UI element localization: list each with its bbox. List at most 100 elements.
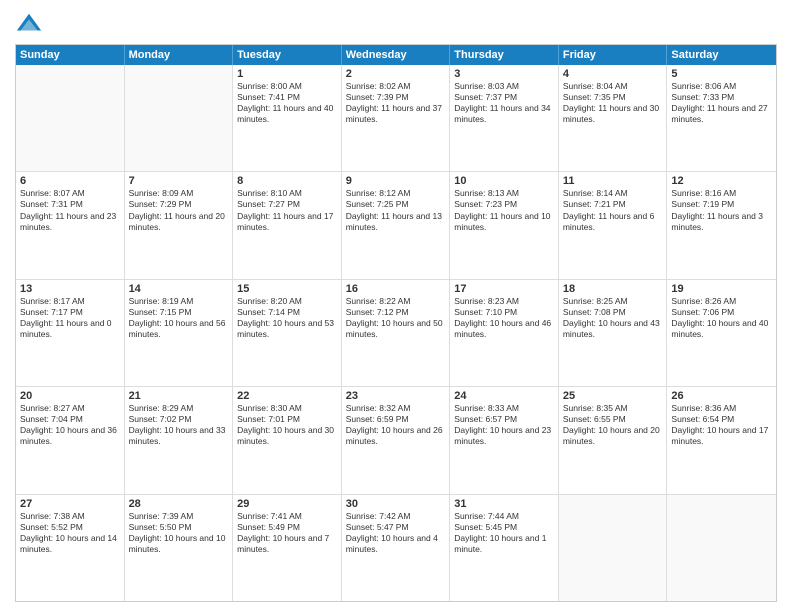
calendar-cell: 14Sunrise: 8:19 AM Sunset: 7:15 PM Dayli… xyxy=(125,280,234,386)
day-info: Sunrise: 8:25 AM Sunset: 7:08 PM Dayligh… xyxy=(563,296,663,340)
calendar-cell: 1Sunrise: 8:00 AM Sunset: 7:41 PM Daylig… xyxy=(233,65,342,171)
day-number: 6 xyxy=(20,175,120,187)
day-number: 13 xyxy=(20,283,120,295)
calendar-cell: 12Sunrise: 8:16 AM Sunset: 7:19 PM Dayli… xyxy=(667,172,776,278)
day-number: 22 xyxy=(237,390,337,402)
day-info: Sunrise: 8:19 AM Sunset: 7:15 PM Dayligh… xyxy=(129,296,229,340)
day-number: 24 xyxy=(454,390,554,402)
calendar-cell xyxy=(16,65,125,171)
day-info: Sunrise: 8:33 AM Sunset: 6:57 PM Dayligh… xyxy=(454,403,554,447)
day-info: Sunrise: 8:06 AM Sunset: 7:33 PM Dayligh… xyxy=(671,81,772,125)
header xyxy=(15,10,777,38)
day-info: Sunrise: 7:44 AM Sunset: 5:45 PM Dayligh… xyxy=(454,511,554,555)
day-number: 8 xyxy=(237,175,337,187)
calendar-row: 1Sunrise: 8:00 AM Sunset: 7:41 PM Daylig… xyxy=(16,65,776,172)
calendar-cell xyxy=(559,495,668,601)
day-number: 18 xyxy=(563,283,663,295)
calendar-cell: 31Sunrise: 7:44 AM Sunset: 5:45 PM Dayli… xyxy=(450,495,559,601)
calendar-cell: 28Sunrise: 7:39 AM Sunset: 5:50 PM Dayli… xyxy=(125,495,234,601)
calendar-cell: 15Sunrise: 8:20 AM Sunset: 7:14 PM Dayli… xyxy=(233,280,342,386)
calendar-row: 20Sunrise: 8:27 AM Sunset: 7:04 PM Dayli… xyxy=(16,387,776,494)
weekday-header: Wednesday xyxy=(342,45,451,65)
day-info: Sunrise: 8:09 AM Sunset: 7:29 PM Dayligh… xyxy=(129,188,229,232)
calendar-cell: 20Sunrise: 8:27 AM Sunset: 7:04 PM Dayli… xyxy=(16,387,125,493)
calendar-body: 1Sunrise: 8:00 AM Sunset: 7:41 PM Daylig… xyxy=(16,65,776,601)
day-info: Sunrise: 8:04 AM Sunset: 7:35 PM Dayligh… xyxy=(563,81,663,125)
day-number: 7 xyxy=(129,175,229,187)
calendar-row: 27Sunrise: 7:38 AM Sunset: 5:52 PM Dayli… xyxy=(16,495,776,601)
day-info: Sunrise: 8:36 AM Sunset: 6:54 PM Dayligh… xyxy=(671,403,772,447)
day-info: Sunrise: 7:38 AM Sunset: 5:52 PM Dayligh… xyxy=(20,511,120,555)
calendar-cell: 18Sunrise: 8:25 AM Sunset: 7:08 PM Dayli… xyxy=(559,280,668,386)
day-info: Sunrise: 7:39 AM Sunset: 5:50 PM Dayligh… xyxy=(129,511,229,555)
logo-icon xyxy=(15,10,43,38)
day-info: Sunrise: 8:17 AM Sunset: 7:17 PM Dayligh… xyxy=(20,296,120,340)
calendar-cell: 2Sunrise: 8:02 AM Sunset: 7:39 PM Daylig… xyxy=(342,65,451,171)
day-info: Sunrise: 8:23 AM Sunset: 7:10 PM Dayligh… xyxy=(454,296,554,340)
day-info: Sunrise: 8:27 AM Sunset: 7:04 PM Dayligh… xyxy=(20,403,120,447)
calendar-cell: 4Sunrise: 8:04 AM Sunset: 7:35 PM Daylig… xyxy=(559,65,668,171)
day-number: 15 xyxy=(237,283,337,295)
logo xyxy=(15,10,47,38)
day-number: 23 xyxy=(346,390,446,402)
day-number: 16 xyxy=(346,283,446,295)
calendar-header: SundayMondayTuesdayWednesdayThursdayFrid… xyxy=(16,45,776,65)
day-number: 27 xyxy=(20,498,120,510)
day-number: 10 xyxy=(454,175,554,187)
calendar-cell: 27Sunrise: 7:38 AM Sunset: 5:52 PM Dayli… xyxy=(16,495,125,601)
day-number: 5 xyxy=(671,68,772,80)
day-number: 29 xyxy=(237,498,337,510)
calendar-cell: 16Sunrise: 8:22 AM Sunset: 7:12 PM Dayli… xyxy=(342,280,451,386)
weekday-header: Friday xyxy=(559,45,668,65)
calendar-cell: 10Sunrise: 8:13 AM Sunset: 7:23 PM Dayli… xyxy=(450,172,559,278)
day-number: 25 xyxy=(563,390,663,402)
calendar-cell: 21Sunrise: 8:29 AM Sunset: 7:02 PM Dayli… xyxy=(125,387,234,493)
day-number: 3 xyxy=(454,68,554,80)
day-info: Sunrise: 8:35 AM Sunset: 6:55 PM Dayligh… xyxy=(563,403,663,447)
calendar-cell xyxy=(667,495,776,601)
day-info: Sunrise: 8:29 AM Sunset: 7:02 PM Dayligh… xyxy=(129,403,229,447)
day-number: 14 xyxy=(129,283,229,295)
day-number: 26 xyxy=(671,390,772,402)
calendar-cell: 6Sunrise: 8:07 AM Sunset: 7:31 PM Daylig… xyxy=(16,172,125,278)
day-number: 21 xyxy=(129,390,229,402)
day-info: Sunrise: 8:16 AM Sunset: 7:19 PM Dayligh… xyxy=(671,188,772,232)
day-number: 9 xyxy=(346,175,446,187)
calendar-cell: 22Sunrise: 8:30 AM Sunset: 7:01 PM Dayli… xyxy=(233,387,342,493)
day-info: Sunrise: 8:12 AM Sunset: 7:25 PM Dayligh… xyxy=(346,188,446,232)
calendar-cell: 26Sunrise: 8:36 AM Sunset: 6:54 PM Dayli… xyxy=(667,387,776,493)
weekday-header: Monday xyxy=(125,45,234,65)
day-info: Sunrise: 8:00 AM Sunset: 7:41 PM Dayligh… xyxy=(237,81,337,125)
page: SundayMondayTuesdayWednesdayThursdayFrid… xyxy=(0,0,792,612)
calendar-cell: 8Sunrise: 8:10 AM Sunset: 7:27 PM Daylig… xyxy=(233,172,342,278)
calendar-cell: 23Sunrise: 8:32 AM Sunset: 6:59 PM Dayli… xyxy=(342,387,451,493)
day-info: Sunrise: 8:13 AM Sunset: 7:23 PM Dayligh… xyxy=(454,188,554,232)
calendar-cell xyxy=(125,65,234,171)
day-info: Sunrise: 8:14 AM Sunset: 7:21 PM Dayligh… xyxy=(563,188,663,232)
day-number: 2 xyxy=(346,68,446,80)
day-number: 20 xyxy=(20,390,120,402)
day-number: 31 xyxy=(454,498,554,510)
day-number: 30 xyxy=(346,498,446,510)
calendar-cell: 5Sunrise: 8:06 AM Sunset: 7:33 PM Daylig… xyxy=(667,65,776,171)
calendar: SundayMondayTuesdayWednesdayThursdayFrid… xyxy=(15,44,777,602)
calendar-cell: 25Sunrise: 8:35 AM Sunset: 6:55 PM Dayli… xyxy=(559,387,668,493)
day-info: Sunrise: 8:26 AM Sunset: 7:06 PM Dayligh… xyxy=(671,296,772,340)
calendar-cell: 3Sunrise: 8:03 AM Sunset: 7:37 PM Daylig… xyxy=(450,65,559,171)
calendar-row: 13Sunrise: 8:17 AM Sunset: 7:17 PM Dayli… xyxy=(16,280,776,387)
calendar-cell: 17Sunrise: 8:23 AM Sunset: 7:10 PM Dayli… xyxy=(450,280,559,386)
day-number: 11 xyxy=(563,175,663,187)
calendar-cell: 24Sunrise: 8:33 AM Sunset: 6:57 PM Dayli… xyxy=(450,387,559,493)
day-info: Sunrise: 8:22 AM Sunset: 7:12 PM Dayligh… xyxy=(346,296,446,340)
calendar-cell: 7Sunrise: 8:09 AM Sunset: 7:29 PM Daylig… xyxy=(125,172,234,278)
day-info: Sunrise: 8:30 AM Sunset: 7:01 PM Dayligh… xyxy=(237,403,337,447)
day-number: 19 xyxy=(671,283,772,295)
calendar-cell: 11Sunrise: 8:14 AM Sunset: 7:21 PM Dayli… xyxy=(559,172,668,278)
calendar-cell: 29Sunrise: 7:41 AM Sunset: 5:49 PM Dayli… xyxy=(233,495,342,601)
day-number: 12 xyxy=(671,175,772,187)
day-number: 28 xyxy=(129,498,229,510)
weekday-header: Sunday xyxy=(16,45,125,65)
day-info: Sunrise: 8:07 AM Sunset: 7:31 PM Dayligh… xyxy=(20,188,120,232)
calendar-cell: 30Sunrise: 7:42 AM Sunset: 5:47 PM Dayli… xyxy=(342,495,451,601)
day-number: 1 xyxy=(237,68,337,80)
